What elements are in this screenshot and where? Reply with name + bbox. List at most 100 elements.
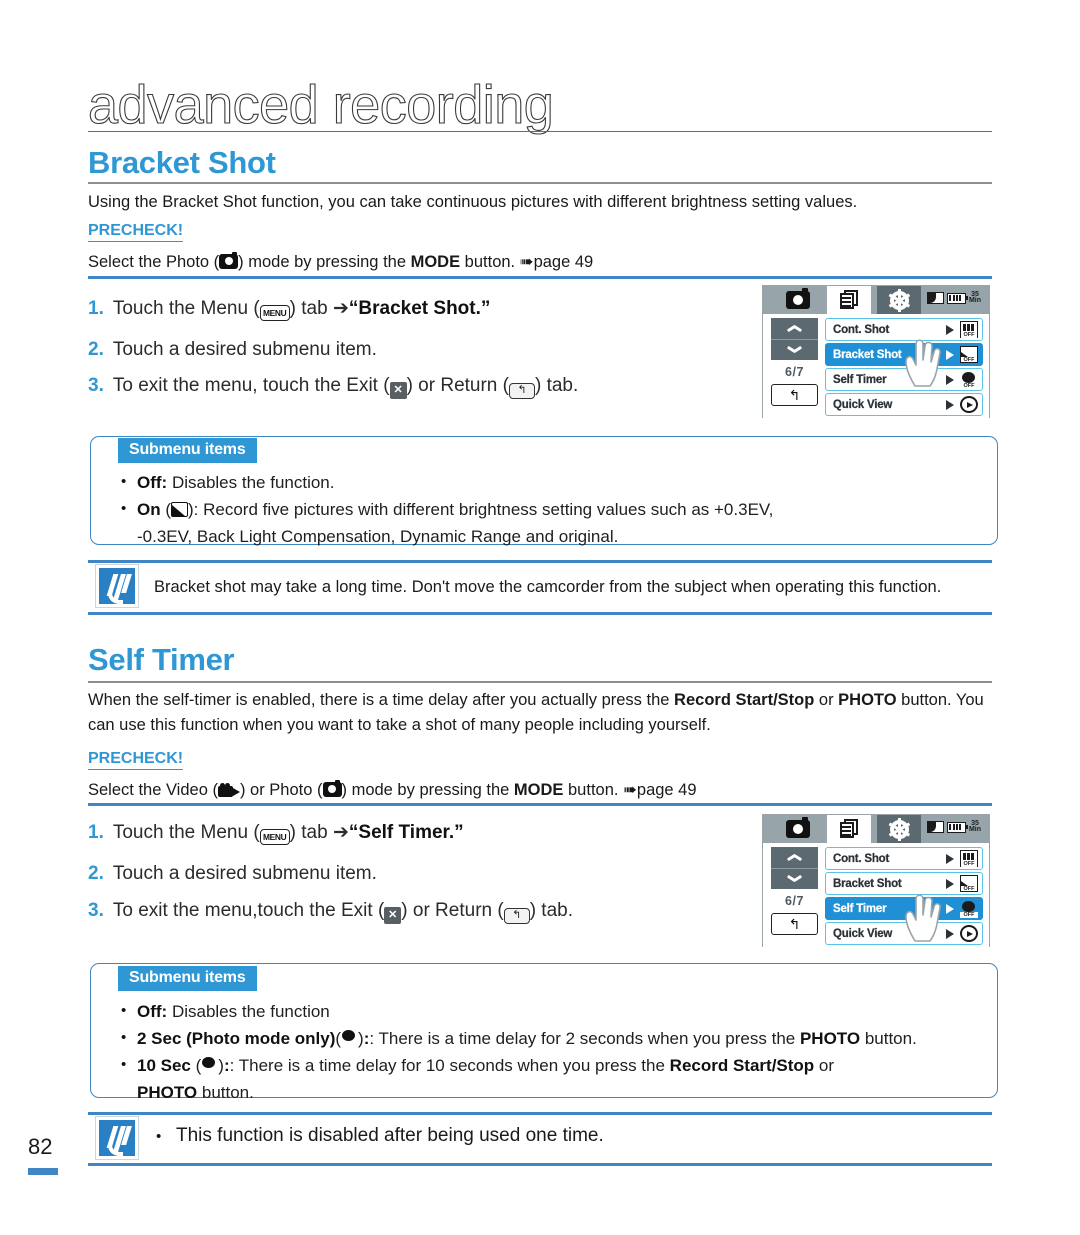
lcd-menu-row-self-timer[interactable]: Self Timer OFF: [825, 368, 983, 391]
step-text: To exit the menu, touch the Exit (: [112, 375, 390, 396]
chevron-down-icon: [787, 875, 802, 883]
step-bold-target: “Bracket Shot.”: [348, 298, 491, 319]
icon-off-label: OFF: [960, 911, 978, 918]
chapter-title: advanced recording: [87, 74, 554, 135]
chevron-up-icon: [787, 854, 802, 862]
precheck-mid-1: ) mode by pressing the: [238, 253, 411, 271]
note-rule-top-2: [88, 1112, 992, 1115]
remaining-time-indicator: 35 Min: [968, 820, 981, 833]
chevron-right-icon: [946, 399, 954, 410]
camera-icon: [786, 288, 810, 309]
lcd-status-indicators: 35 Min: [926, 291, 981, 304]
lcd-row-label: Quick View: [833, 927, 893, 940]
step-1-bracket: 1. Touch the Menu (MENU) tab ➔“Bracket Sh…: [88, 296, 718, 322]
lcd-tab-settings[interactable]: [877, 286, 921, 314]
lcd-menu-list: Cont. Shot OFF Bracket Shot OFF Self Tim…: [825, 847, 983, 947]
menu-list-icon: [839, 819, 859, 839]
precheck-mid1-2: ) or Photo (: [239, 781, 323, 799]
self-timer-icon: [341, 1030, 358, 1046]
lcd-menu-row-quick-view[interactable]: Quick View: [825, 393, 983, 416]
section-heading-bracket-shot: Bracket Shot: [88, 145, 276, 180]
note-bullet-marker: •: [156, 1128, 162, 1145]
lcd-menu-row-cont-shot[interactable]: Cont. Shot OFF: [825, 847, 983, 870]
lcd-menu-row-bracket-shot[interactable]: Bracket Shot OFF: [825, 343, 983, 366]
step-2-bracket: 2. Touch a desired submenu item.: [88, 337, 718, 363]
sd-card-icon: [926, 292, 944, 304]
precheck-pre-2: Select the Video (: [88, 781, 218, 799]
page-ref-arrow-2: ➠: [623, 781, 637, 799]
step-text: Touch the Menu (: [112, 822, 260, 843]
precheck-post-2: button.: [563, 781, 624, 799]
submenu-item-label: Off:: [137, 473, 168, 492]
lcd-screen-self-timer: 35 Min 6/7 ↰ Cont. Shot OFF Bracket Shot…: [762, 814, 990, 948]
divider-blue-1: [88, 276, 992, 279]
step-number: 1.: [88, 822, 104, 843]
submenu-item-text: : Record five pictures with different br…: [193, 500, 774, 519]
record-start-stop-label: Record Start/Stop: [669, 1056, 815, 1075]
bracket-shot-icon: OFF: [960, 346, 978, 363]
chevron-right-icon: [946, 853, 954, 864]
lcd-menu-body: 6/7 ↰ Cont. Shot OFF Bracket Shot OFF Se…: [763, 843, 989, 948]
lcd-scroll-down-button[interactable]: [771, 339, 818, 360]
step-post: ) tab.: [529, 900, 574, 921]
lcd-menu-row-bracket-shot[interactable]: Bracket Shot OFF: [825, 872, 983, 895]
note-text-self-timer: This function is disabled after being us…: [176, 1125, 604, 1146]
lcd-return-button[interactable]: ↰: [771, 913, 818, 935]
self-timer-icon: OFF: [960, 900, 978, 918]
step-1-self-timer: 1. Touch the Menu (MENU) tab ➔“Self Timer…: [88, 820, 718, 846]
submenu-item-label: 2 Sec (Photo mode only): [137, 1029, 336, 1048]
remaining-time-unit: Min: [968, 826, 981, 833]
lcd-return-button[interactable]: ↰: [771, 384, 818, 406]
note-pen-icon: [95, 1116, 139, 1160]
submenu-items-tag-2: Submenu items: [118, 966, 257, 991]
lcd-menu-body: 6/7 ↰ Cont. Shot OFF Bracket Shot OFF Se…: [763, 314, 989, 419]
submenu-item-text-c: button.: [860, 1029, 917, 1048]
chevron-right-icon: [946, 349, 954, 360]
note-pen-icon: [95, 564, 139, 608]
chevron-right-icon: [946, 878, 954, 889]
section-rule-1: [88, 182, 992, 184]
lcd-tab-settings[interactable]: [877, 815, 921, 843]
quick-view-icon: [960, 396, 978, 413]
lcd-menu-row-quick-view[interactable]: Quick View: [825, 922, 983, 945]
precheck-text-1: Select the Photo () mode by pressing the…: [88, 250, 994, 275]
step-3-bracket: 3. To exit the menu, touch the Exit (✕) o…: [88, 373, 728, 399]
lcd-scroll-up-button[interactable]: [771, 847, 818, 868]
lcd-scroll-down-button[interactable]: [771, 868, 818, 889]
page-ref-1: page 49: [533, 253, 594, 271]
step-bold-target: “Self Timer.”: [348, 822, 464, 843]
page-ref-arrow-1: ➠: [519, 253, 534, 271]
submenu-item-label: 10 Sec: [137, 1056, 191, 1075]
submenu-item-off: Off: Disables the function: [118, 998, 988, 1025]
return-icon: ↰: [508, 383, 535, 399]
step-text: Touch a desired submenu item.: [112, 863, 377, 884]
menu-icon: MENU: [259, 829, 290, 845]
submenu-list-self-timer: Off: Disables the function 2 Sec (Photo …: [118, 998, 988, 1106]
lcd-tab-camera-mode[interactable]: [777, 815, 819, 843]
note-text-bracket-shot: Bracket shot may take a long time. Don't…: [154, 578, 942, 596]
submenu-items-tag-1: Submenu items: [118, 438, 257, 463]
submenu-item-10sec-continued: PHOTO button.: [118, 1080, 988, 1106]
lcd-menu-row-self-timer[interactable]: Self Timer OFF: [825, 897, 983, 920]
precheck-label-1: PRECHECK!: [88, 222, 184, 242]
step-post: ) tab.: [534, 375, 579, 396]
chevron-right-icon: [946, 903, 954, 914]
step-arrow: ➔: [332, 298, 349, 319]
precheck-mid2-2: ) mode by pressing the: [341, 781, 514, 799]
step-mid: ) or Return (: [406, 375, 509, 396]
lcd-tab-camera-mode[interactable]: [777, 286, 819, 314]
lcd-row-label: Bracket Shot: [833, 877, 902, 890]
lcd-row-label: Quick View: [833, 398, 893, 411]
lcd-tab-menu-list[interactable]: [827, 815, 871, 843]
icon-off-label: OFF: [961, 860, 977, 867]
precheck-post-1: button.: [460, 253, 520, 271]
lcd-menu-row-cont-shot[interactable]: Cont. Shot OFF: [825, 318, 983, 341]
intro-text-bracket-shot: Using the Bracket Shot function, you can…: [88, 193, 858, 211]
mode-button-label-2: MODE: [513, 781, 564, 799]
lcd-status-bar: 35 Min: [763, 286, 989, 314]
lcd-tab-menu-list[interactable]: [827, 286, 871, 314]
submenu-item-text-a: : There is a time delay for 2 seconds wh…: [369, 1029, 800, 1048]
chevron-right-icon: [946, 928, 954, 939]
lcd-scroll-up-button[interactable]: [771, 318, 818, 339]
submenu-list-bracket-shot: Off: Disables the function. On (): Recor…: [118, 469, 983, 550]
